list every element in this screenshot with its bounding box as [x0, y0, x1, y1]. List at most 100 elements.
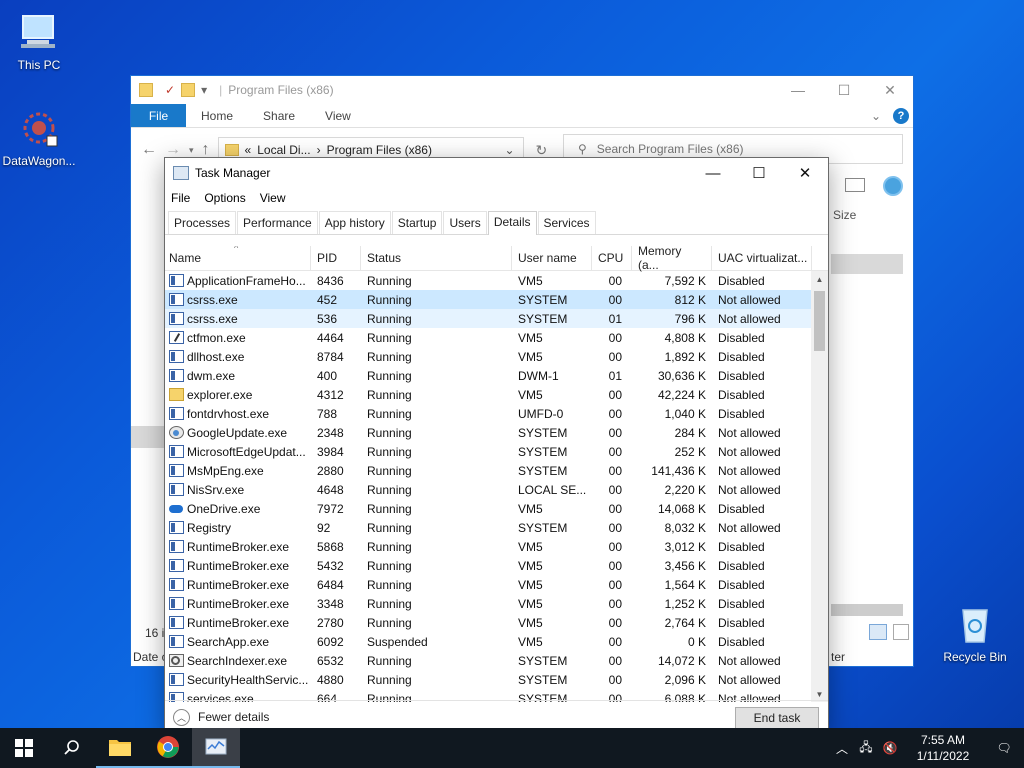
datawagon-icon	[17, 106, 61, 150]
clock[interactable]: 7:55 AM 1/11/2022	[902, 732, 984, 764]
dropdown-icon[interactable]: ▾	[201, 83, 207, 97]
tab-startup[interactable]: Startup	[391, 211, 443, 234]
table-row[interactable]: GoogleUpdate.exe 2348 Running SYSTEM 00 284 K…	[165, 423, 828, 442]
column-header-pid[interactable]: PID	[311, 246, 361, 271]
table-row[interactable]: NisSrv.exe 4648 Running LOCAL SE... 00 2,220 …	[165, 480, 828, 499]
tiles-view-icon[interactable]	[893, 624, 909, 640]
table-row[interactable]: dwm.exe 400 Running DWM-1 01 30,636 K Disabled	[165, 366, 828, 385]
desktop-icon-datawagon[interactable]: DataWagon...	[0, 106, 78, 168]
scroll-up-icon[interactable]: ▲	[811, 271, 828, 288]
table-row[interactable]: fontdrvhost.exe 788 Running UMFD-0 00 1,040 K…	[165, 404, 828, 423]
column-header-memory[interactable]: Memory (a...	[632, 246, 712, 272]
table-row[interactable]: SearchIndexer.exe 6532 Running SYSTEM 00 14,0…	[165, 651, 828, 670]
breadcrumb-local-disk[interactable]: Local Di...	[257, 143, 310, 157]
table-row[interactable]: ctfmon.exe 4464 Running VM5 00 4,808 K Disable…	[165, 328, 828, 347]
table-row[interactable]: dllhost.exe 8784 Running VM5 00 1,892 K Disabl…	[165, 347, 828, 366]
table-row[interactable]: MicrosoftEdgeUpdat... 3984 Running SYSTEM 00…	[165, 442, 828, 461]
maximize-icon[interactable]: ☐	[736, 158, 782, 188]
column-header-user-name[interactable]: User name	[512, 246, 592, 271]
table-row[interactable]: RuntimeBroker.exe 5432 Running VM5 00 3,456 K…	[165, 556, 828, 575]
table-row[interactable]: explorer.exe 4312 Running VM5 00 42,224 K Disa…	[165, 385, 828, 404]
taskbar-file-explorer[interactable]	[96, 728, 144, 768]
menu-options[interactable]: Options	[204, 191, 245, 205]
ribbon-tab-home[interactable]: Home	[186, 104, 248, 127]
desktop-icon-this-pc[interactable]: This PC	[0, 10, 78, 72]
chevron-down-icon[interactable]: ⌄	[504, 143, 514, 157]
memory-cell: 1,040 K	[664, 406, 706, 421]
volume-muted-icon[interactable]: 🔇	[878, 728, 902, 768]
fewer-details-button[interactable]: ︿ Fewer details	[173, 708, 269, 726]
pid-cell: 3348	[317, 596, 344, 611]
breadcrumb-overflow[interactable]: «	[245, 143, 252, 157]
user-name-cell: SYSTEM	[518, 425, 568, 440]
scrollbar-thumb[interactable]	[814, 291, 825, 351]
refresh-icon[interactable]: ↻	[536, 142, 548, 159]
cpu-cell: 00	[608, 273, 622, 288]
column-header-size[interactable]: Size	[833, 208, 856, 222]
tab-users[interactable]: Users	[443, 211, 487, 234]
ribbon-tab-file[interactable]: File	[131, 104, 186, 127]
ribbon-tab-view[interactable]: View	[310, 104, 366, 127]
status-cell: Running	[367, 292, 412, 307]
chevron-down-icon[interactable]: ⌄	[871, 109, 881, 123]
table-row[interactable]: csrss.exe 536 Running SYSTEM 01 796 K Not allo…	[165, 309, 828, 328]
close-icon[interactable]: ✕	[782, 158, 828, 188]
end-task-button[interactable]: End task	[735, 707, 819, 729]
tab-services[interactable]: Services	[537, 211, 596, 234]
minimize-icon[interactable]: —	[775, 76, 821, 104]
minimize-icon[interactable]: —	[690, 158, 736, 188]
table-row[interactable]: RuntimeBroker.exe 2780 Running VM5 00 2,764 K…	[165, 613, 828, 632]
table-row[interactable]: RuntimeBroker.exe 6484 Running VM5 00 1,564 K…	[165, 575, 828, 594]
table-row[interactable]: ApplicationFrameHo... 8436 Running VM5 00 7,5…	[165, 271, 828, 290]
tab-processes[interactable]: Processes	[168, 211, 237, 234]
dropdown-icon[interactable]: ▾	[189, 145, 194, 156]
process-name-cell: RuntimeBroker.exe	[165, 540, 311, 554]
toolbar-globe-icon[interactable]	[883, 176, 903, 196]
toolbar-icon-fragment[interactable]	[845, 178, 865, 192]
cpu-cell: 00	[608, 672, 622, 687]
status-cell: Running	[367, 653, 412, 668]
horizontal-scrollbar[interactable]	[831, 604, 903, 616]
vertical-scrollbar[interactable]: ▲ ▼	[811, 271, 828, 702]
column-header-status[interactable]: Status	[361, 246, 512, 271]
table-row[interactable]: MsMpEng.exe 2880 Running SYSTEM 00 141,436 K N…	[165, 461, 828, 480]
cpu-cell: 00	[608, 501, 622, 516]
table-row[interactable]: SearchApp.exe 6092 Suspended VM5 00 0 K Disabl…	[165, 632, 828, 651]
tab-details[interactable]: Details	[487, 211, 537, 235]
process-name: RuntimeBroker.exe	[187, 596, 290, 611]
taskbar-chrome[interactable]	[144, 728, 192, 768]
taskbar-task-manager[interactable]	[192, 728, 240, 768]
tab-app-history[interactable]: App history	[318, 211, 391, 234]
table-row[interactable]: RuntimeBroker.exe 3348 Running VM5 00 1,252 K…	[165, 594, 828, 613]
check-icon[interactable]: ✓	[165, 83, 175, 97]
close-icon[interactable]: ✕	[867, 76, 913, 104]
user-name-cell: VM5	[518, 273, 543, 288]
pid-cell: 3984	[317, 444, 344, 459]
ribbon-tab-share[interactable]: Share	[248, 104, 310, 127]
column-header-uac[interactable]: UAC virtualizat...	[712, 246, 812, 271]
menu-view[interactable]: View	[260, 191, 286, 205]
network-icon[interactable]: 🖧	[854, 728, 878, 768]
chevron-up-icon[interactable]: ︿	[830, 728, 854, 768]
notification-icon[interactable]: 🗨	[984, 728, 1024, 768]
pid-cell: 4312	[317, 387, 344, 402]
table-row[interactable]: SecurityHealthServic... 4880 Running SYSTEM…	[165, 670, 828, 689]
back-arrow-icon[interactable]: ←	[141, 141, 157, 159]
tab-performance[interactable]: Performance	[237, 211, 318, 234]
window-title: Program Files (x86)	[228, 83, 334, 97]
table-row[interactable]: RuntimeBroker.exe 5868 Running VM5 00 3,012 K…	[165, 537, 828, 556]
desktop-icon-recycle-bin[interactable]: Recycle Bin	[936, 602, 1014, 664]
breadcrumb-program-files[interactable]: Program Files (x86)	[327, 143, 432, 157]
column-header-cpu[interactable]: CPU	[592, 246, 632, 271]
menu-file[interactable]: File	[171, 191, 190, 205]
details-view-icon[interactable]	[869, 624, 887, 640]
table-row[interactable]: OneDrive.exe 7972 Running VM5 00 14,068 K Disa…	[165, 499, 828, 518]
table-row[interactable]: Registry 92 Running SYSTEM 00 8,032 K Not allo…	[165, 518, 828, 537]
maximize-icon[interactable]: ☐	[821, 76, 867, 104]
search-button[interactable]	[48, 728, 96, 768]
user-name-cell: SYSTEM	[518, 653, 568, 668]
table-row[interactable]: csrss.exe 452 Running SYSTEM 00 812 K Not allo…	[165, 290, 828, 309]
help-icon[interactable]: ?	[893, 107, 909, 124]
desktop-icon-label: Recycle Bin	[943, 650, 1007, 664]
start-button[interactable]	[0, 728, 48, 768]
